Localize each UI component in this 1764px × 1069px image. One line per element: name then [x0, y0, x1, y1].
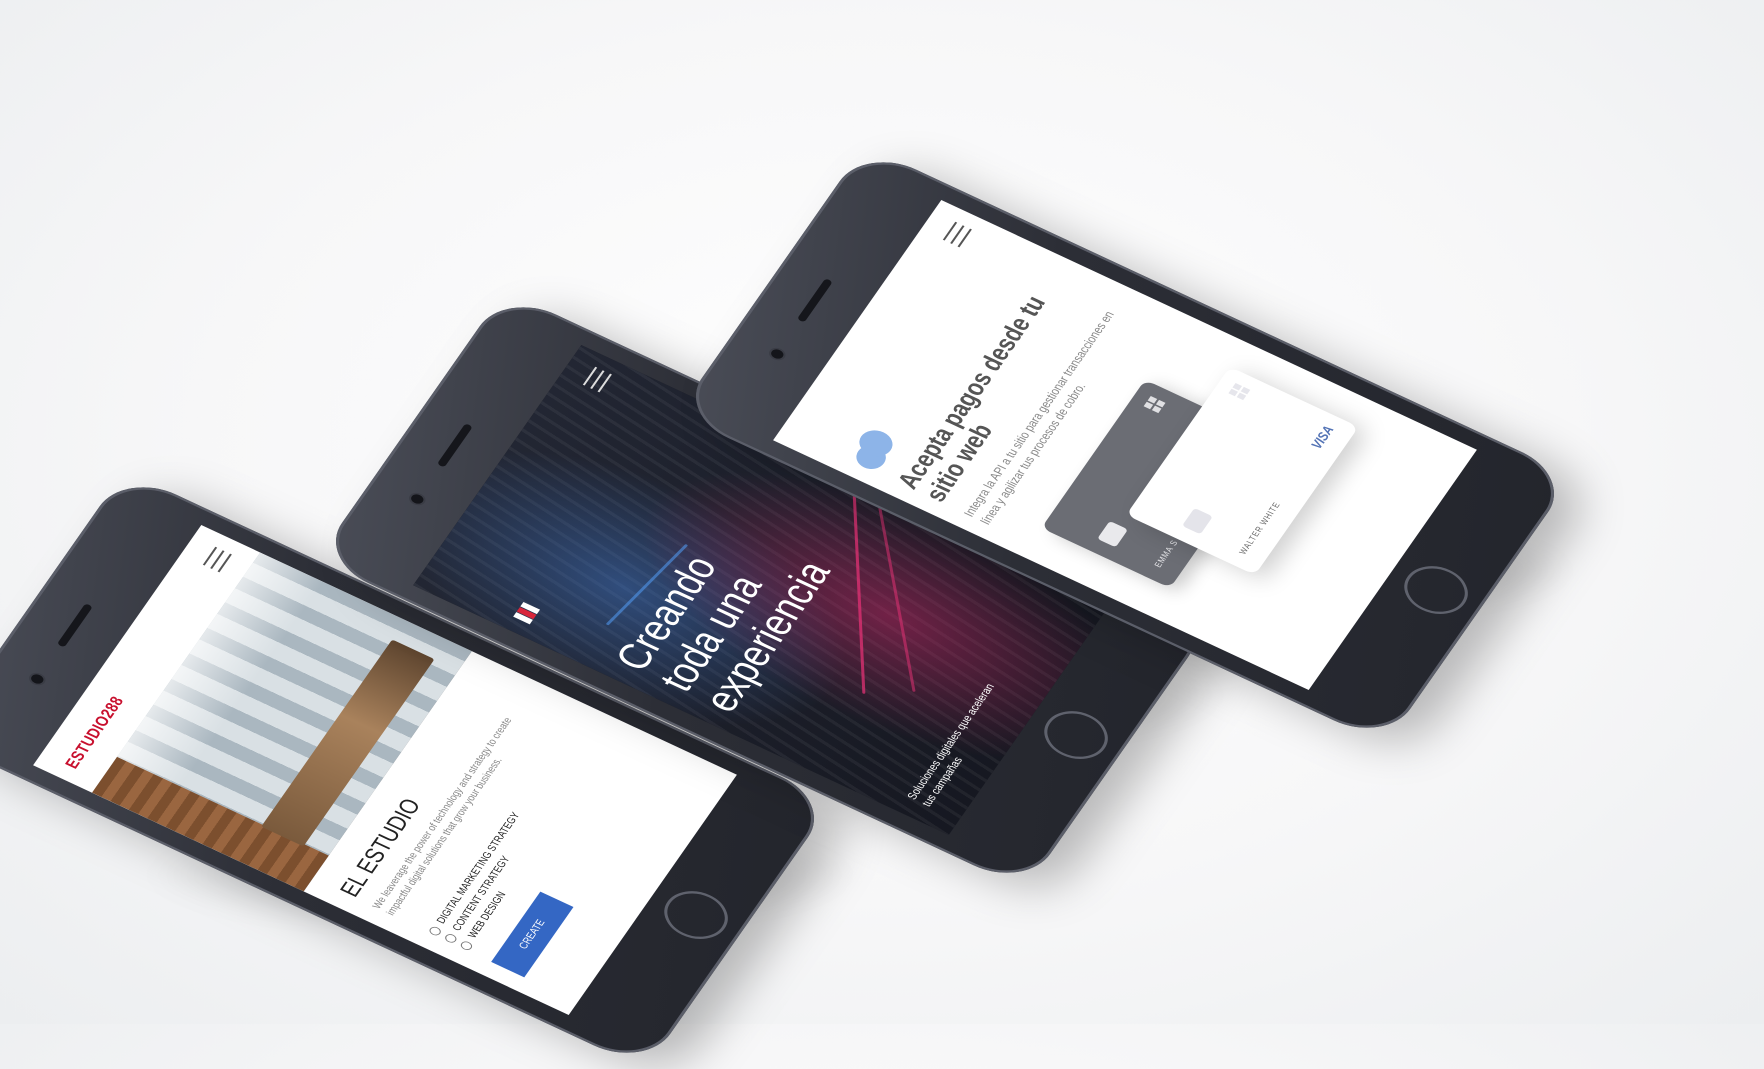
- card-holder-name: WALTER WHITE: [1237, 500, 1283, 556]
- windows-icon: [1228, 382, 1251, 401]
- menu-icon[interactable]: [202, 546, 238, 575]
- service-icon: [427, 925, 443, 937]
- service-icon: [443, 932, 459, 945]
- card-holder-name: EMMA S: [1152, 538, 1180, 569]
- menu-icon[interactable]: [942, 221, 978, 250]
- card-chip-icon: [1181, 507, 1213, 535]
- cloud-logo-icon[interactable]: [846, 425, 901, 474]
- card-chip-icon: [1097, 520, 1129, 548]
- service-icon: [458, 939, 474, 952]
- windows-icon: [1143, 395, 1166, 414]
- visa-logo: VISA: [1307, 423, 1337, 452]
